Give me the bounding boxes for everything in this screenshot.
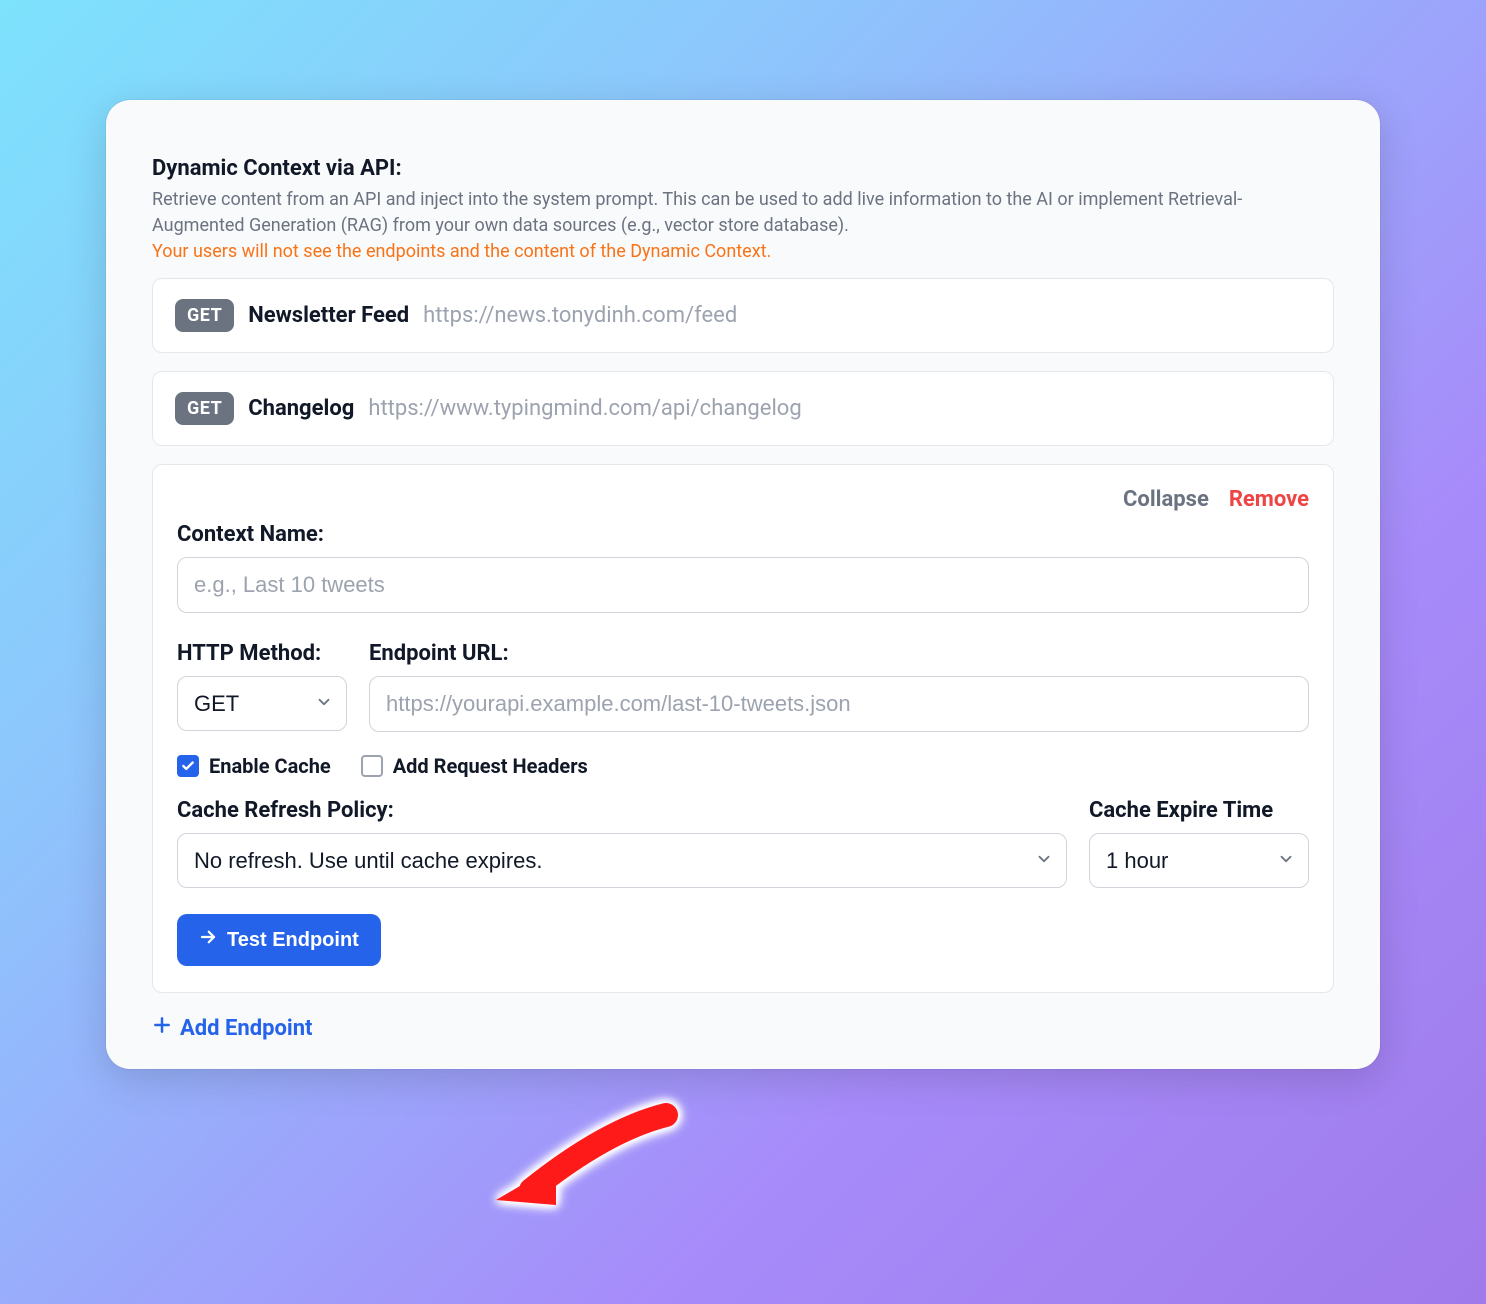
endpoint-url-input[interactable] bbox=[369, 676, 1309, 732]
context-name-label: Context Name: bbox=[177, 522, 1309, 547]
add-request-headers-label: Add Request Headers bbox=[393, 754, 588, 778]
test-endpoint-label: Test Endpoint bbox=[227, 929, 359, 952]
endpoint-row[interactable]: GET Changelog https://www.typingmind.com… bbox=[152, 371, 1334, 446]
http-method-label: HTTP Method: bbox=[177, 641, 347, 666]
cache-refresh-label: Cache Refresh Policy: bbox=[177, 798, 1067, 823]
endpoint-name: Changelog bbox=[248, 396, 354, 421]
endpoint-url-label: Endpoint URL: bbox=[369, 641, 1309, 666]
context-name-input[interactable] bbox=[177, 557, 1309, 613]
endpoint-url: https://www.typingmind.com/api/changelog bbox=[368, 396, 801, 421]
collapse-button[interactable]: Collapse bbox=[1123, 487, 1209, 512]
checkbox-icon bbox=[177, 755, 199, 777]
editor-actions: Collapse Remove bbox=[177, 487, 1309, 512]
endpoint-row[interactable]: GET Newsletter Feed https://news.tonydin… bbox=[152, 278, 1334, 353]
remove-button[interactable]: Remove bbox=[1229, 487, 1309, 512]
cache-refresh-select[interactable]: No refresh. Use until cache expires. bbox=[177, 833, 1067, 888]
plus-icon bbox=[152, 1015, 172, 1041]
section-description: Retrieve content from an API and inject … bbox=[152, 187, 1334, 239]
endpoint-url: https://news.tonydinh.com/feed bbox=[423, 303, 737, 328]
http-method-select[interactable]: GET bbox=[177, 676, 347, 731]
checkbox-icon bbox=[361, 755, 383, 777]
section-title: Dynamic Context via API: bbox=[152, 156, 1334, 181]
callout-arrow-icon bbox=[486, 1100, 686, 1220]
cache-expire-label: Cache Expire Time bbox=[1089, 798, 1309, 823]
enable-cache-checkbox[interactable]: Enable Cache bbox=[177, 754, 331, 778]
cache-expire-select[interactable]: 1 hour bbox=[1089, 833, 1309, 888]
http-method-badge: GET bbox=[175, 299, 234, 332]
endpoint-name: Newsletter Feed bbox=[248, 303, 409, 328]
http-method-badge: GET bbox=[175, 392, 234, 425]
test-endpoint-button[interactable]: Test Endpoint bbox=[177, 914, 381, 966]
enable-cache-label: Enable Cache bbox=[209, 754, 331, 778]
add-request-headers-checkbox[interactable]: Add Request Headers bbox=[361, 754, 588, 778]
section-warning: Your users will not see the endpoints an… bbox=[152, 241, 1334, 262]
add-endpoint-button[interactable]: Add Endpoint bbox=[152, 1015, 313, 1041]
endpoint-editor: Collapse Remove Context Name: HTTP Metho… bbox=[152, 464, 1334, 993]
arrow-right-icon bbox=[199, 928, 217, 952]
add-endpoint-label: Add Endpoint bbox=[180, 1016, 313, 1041]
dynamic-context-panel: Dynamic Context via API: Retrieve conten… bbox=[106, 100, 1380, 1069]
